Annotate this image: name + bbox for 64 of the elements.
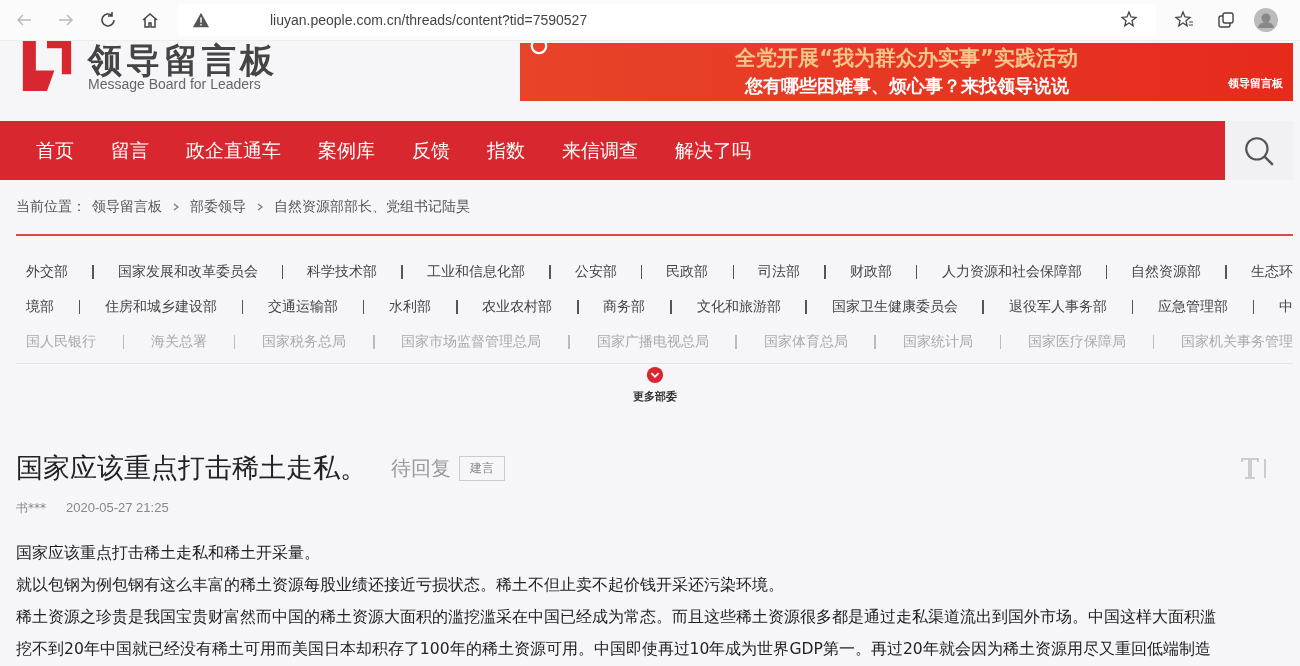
breadcrumb-link[interactable]: 部委领导 [190,198,246,216]
department-link[interactable]: 文化和旅游部 [696,297,781,316]
banner-logo: 领导留言板 [1228,76,1283,91]
warning-icon[interactable] [192,11,210,29]
add-favorite-icon[interactable] [1120,10,1140,30]
url-text: liuyan.people.com.cn/threads/content?tid=7590527 [270,12,588,28]
logo-title[interactable]: 领导留言板 [88,43,278,77]
breadcrumb-link[interactable]: 领导留言板 [92,198,162,216]
department-link[interactable]: 交通运输部 [268,297,339,316]
department-link[interactable]: 民政部 [666,262,709,281]
department-link[interactable]: 生态环 [1250,262,1293,281]
post-paragraph: 挖不到20年中国就已经没有稀土可用而美国日本却积存了100年的稀土资源可用。中国即使再过10年成为世界GDP第一。再过20年就会因为稀土资源用尽又重回低端制造 [16,639,1212,660]
address-bar[interactable]: liuyan.people.com.cn/threads/content?tid=7590527 [178,4,1156,36]
department-link[interactable]: 国家发展和改革委员会 [117,262,258,281]
post-status: 待回复 [391,454,451,482]
post-title: 国家应该重点打击稀土走私。 [16,451,367,485]
expand-icon[interactable] [645,366,664,384]
nav-link[interactable]: 反馈 [394,137,469,164]
breadcrumb-label: 当前位置： [16,198,86,216]
department-link[interactable]: 工业和信息化部 [427,262,526,281]
post-paragraph: 国家应该重点打击稀土走私和稀土开采量。 [16,543,321,564]
department-link[interactable]: 财政部 [849,262,892,281]
profile-avatar[interactable] [1254,8,1278,32]
search-button[interactable] [1225,121,1293,180]
department-link[interactable]: 中 [1278,297,1293,316]
department-link[interactable]: 人力资源和社会保障部 [941,262,1082,281]
department-link[interactable]: 水利部 [389,297,432,316]
post-paragraph: 稀土资源之珍贵是我国宝贵财富然而中国的稀土资源大面积的滥挖滥采在中国已经成为常态。而且这些稀土资源很多都是通过走私渠道流出到国外市场。中国这样大面积滥 [16,607,1217,628]
more-departments-link[interactable]: 更多部委 [632,389,677,404]
department-link[interactable]: 司法部 [758,262,801,281]
search-icon[interactable] [1243,134,1275,167]
department-link[interactable]: 农业农村部 [482,297,553,316]
department-link[interactable]: 退役军人事务部 [1008,297,1107,316]
department-link[interactable]: 科学技术部 [307,262,378,281]
banner-subline: 您有哪些困难事、烦心事？来找领导说说 [744,74,1069,98]
reload-icon[interactable] [98,10,118,30]
home-icon[interactable] [140,10,160,30]
nav-link[interactable]: 政企直通车 [168,137,300,164]
department-link[interactable]: 公安部 [574,262,617,281]
department-link[interactable]: 住房和城乡建设部 [105,297,218,316]
post-paragraph: 就以包钢为例包钢有这么丰富的稀土资源每股业绩还接近亏损状态。稀土不但止卖不起价钱开采还污染环境。 [16,575,785,596]
breadcrumb-link[interactable]: 自然资源部部长、党组书记陆昊 [274,198,470,216]
nav-link[interactable]: 首页 [18,137,93,164]
department-link[interactable]: 国家卫生健康委员会 [831,297,958,316]
department-link[interactable]: 应急管理部 [1157,297,1228,316]
author-name: 书*** [16,500,46,517]
post-time: 2020-05-27 21:25 [66,500,169,517]
chevron-icon [256,202,264,212]
collections-icon[interactable] [1216,10,1236,30]
nav-link[interactable]: 案例库 [300,137,394,164]
category-tag: 建言 [459,455,505,481]
nav-link[interactable]: 留言 [93,137,168,164]
nav-link[interactable]: 指数 [469,137,544,164]
logo-subtitle: Message Board for Leaders [88,77,261,91]
department-link[interactable]: 外交部 [26,262,68,281]
nav-link[interactable]: 来信调查 [544,137,657,164]
favorites-icon[interactable] [1174,10,1194,30]
department-link[interactable]: 自然资源部 [1131,262,1202,281]
department-link[interactable]: 商务部 [603,297,646,316]
nav-link[interactable]: 解决了吗 [657,137,770,164]
promo-banner[interactable]: 全党开展“我为群众办实事”实践活动 您有哪些困难事、烦心事？来找领导说说 领导留言板 [520,43,1293,101]
banner-headline: 全党开展“我为群众办实事”实践活动 [735,46,1078,70]
department-link[interactable]: 境部 [26,297,54,316]
chevron-icon [172,202,180,212]
